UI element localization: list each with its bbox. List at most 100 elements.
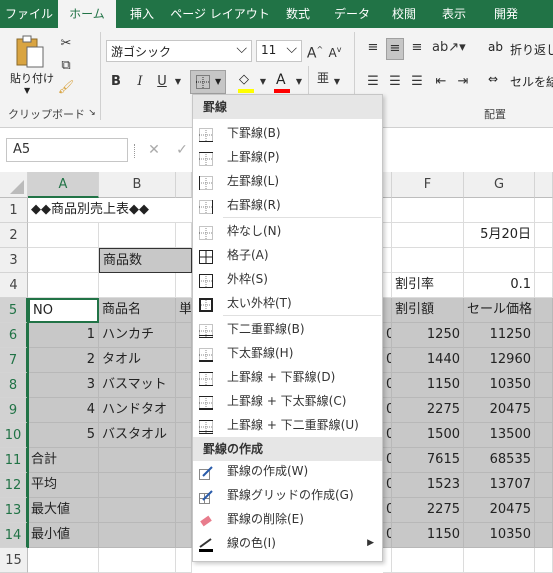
bold-button[interactable]: B xyxy=(106,72,126,92)
cell-H3[interactable] xyxy=(535,248,553,273)
cell-E2[interactable] xyxy=(383,223,392,248)
cell-product-name[interactable]: バスタオル xyxy=(99,423,176,448)
row-header-8[interactable]: 8 xyxy=(0,373,28,398)
column-header-b[interactable]: B xyxy=(99,172,176,198)
cell-product-name[interactable]: タオル xyxy=(99,348,176,373)
column-header-a[interactable]: A xyxy=(28,172,99,198)
cell-discount[interactable]: 1440 xyxy=(392,348,464,373)
row-header-15[interactable]: 15 xyxy=(0,548,28,573)
cell-header-discount[interactable]: 割引額 xyxy=(392,298,464,323)
cell-sale-price[interactable]: 13707 xyxy=(464,473,535,498)
menu-item-draw-border[interactable]: 罫線の作成(W) xyxy=(193,459,382,483)
indent-increase-icon[interactable]: ⇥ xyxy=(454,72,472,92)
cell-B4[interactable] xyxy=(99,273,176,298)
cell-G3[interactable] xyxy=(464,248,535,273)
cell-sale-price[interactable]: 68535 xyxy=(464,448,535,473)
cell-C[interactable] xyxy=(176,373,192,398)
dialog-launcher-icon[interactable]: ↘ xyxy=(86,106,98,120)
cell-summary-label[interactable]: 最小値 xyxy=(28,523,99,548)
chevron-down-icon[interactable]: ▼ xyxy=(258,72,268,92)
cell-e-partial[interactable]: 0 xyxy=(383,348,392,373)
cell-H[interactable] xyxy=(535,473,553,498)
cell-sale-price[interactable]: 10350 xyxy=(464,373,535,398)
cell-H15[interactable] xyxy=(535,548,553,573)
cell-discount[interactable]: 7615 xyxy=(392,448,464,473)
row-header-6[interactable]: 6 xyxy=(0,323,28,348)
cell-E5[interactable] xyxy=(383,298,392,323)
cell-C[interactable] xyxy=(176,523,192,548)
cell-header-no[interactable]: NO xyxy=(28,298,99,323)
cell-C[interactable] xyxy=(176,423,192,448)
row-header-5[interactable]: 5 xyxy=(0,298,28,323)
align-middle-icon[interactable]: ≡ xyxy=(386,38,404,60)
format-painter-icon[interactable]: 🖌 xyxy=(56,78,76,98)
cell-discount[interactable]: 1523 xyxy=(392,473,464,498)
name-box[interactable]: A5 xyxy=(6,138,128,162)
cell-e-partial[interactable]: 0 xyxy=(383,398,392,423)
cell-E15[interactable] xyxy=(383,548,392,573)
menu-item-top-and-thick-bottom[interactable]: 上罫線 + 下太罫線(C) xyxy=(193,389,382,413)
cell-e-partial[interactable]: 0 xyxy=(383,323,392,348)
menu-item-top-and-bottom[interactable]: 上罫線 + 下罫線(D) xyxy=(193,365,382,389)
cell-B[interactable] xyxy=(99,523,176,548)
row-header-14[interactable]: 14 xyxy=(0,523,28,548)
paste-button[interactable]: 貼り付け ▼ xyxy=(10,34,54,95)
align-bottom-icon[interactable]: ≡ xyxy=(408,38,426,58)
cell-product-name[interactable]: ハンカチ xyxy=(99,323,176,348)
select-all-corner[interactable] xyxy=(0,172,28,198)
phonetic-icon[interactable]: 亜 xyxy=(314,68,332,88)
cell-H[interactable] xyxy=(535,323,553,348)
orientation-icon[interactable]: ab↗▾ xyxy=(432,38,466,58)
tab-data[interactable]: データ xyxy=(330,0,374,28)
row-header-3[interactable]: 3 xyxy=(0,248,28,273)
cancel-icon[interactable]: ✕ xyxy=(144,140,164,160)
cell-sale-price[interactable]: 13500 xyxy=(464,423,535,448)
cell-no[interactable]: 2 xyxy=(28,348,99,373)
row-header-13[interactable]: 13 xyxy=(0,498,28,523)
italic-button[interactable]: I xyxy=(130,72,150,92)
cell-e-partial[interactable]: 0 xyxy=(383,523,392,548)
tab-developer[interactable]: 開発 xyxy=(484,0,528,28)
cell-H[interactable] xyxy=(535,448,553,473)
menu-item-bottom-border[interactable]: 下罫線(B) xyxy=(193,121,382,145)
cell-sale-price[interactable]: 11250 xyxy=(464,323,535,348)
column-header-h[interactable] xyxy=(535,172,553,198)
cell-summary-label[interactable]: 合計 xyxy=(28,448,99,473)
row-header-12[interactable]: 12 xyxy=(0,473,28,498)
cell-H4[interactable] xyxy=(535,273,553,298)
cell-header-unit[interactable]: 単 xyxy=(176,298,192,323)
cell-no[interactable]: 5 xyxy=(28,423,99,448)
fill-color-button[interactable]: ◇ xyxy=(236,72,258,94)
menu-item-all-borders[interactable]: 格子(A) xyxy=(193,243,382,267)
menu-item-thick-bottom[interactable]: 下太罫線(H) xyxy=(193,341,382,365)
cell-count-label[interactable]: 商品数 xyxy=(99,248,192,273)
cell-H5[interactable] xyxy=(535,298,553,323)
font-shrink-icon[interactable]: Av xyxy=(326,40,344,63)
tab-page-layout[interactable]: ページ レイアウト xyxy=(168,0,272,28)
cell-C4[interactable] xyxy=(176,273,192,298)
cell-H2[interactable] xyxy=(535,223,553,248)
font-size-dropdown[interactable]: 11 ⌵ xyxy=(256,40,302,62)
cell-discount-rate-label[interactable]: 割引率 xyxy=(392,273,464,298)
cell-e-partial[interactable]: 0 xyxy=(383,473,392,498)
cell-e-partial[interactable]: 0 xyxy=(383,373,392,398)
menu-item-line-color[interactable]: 線の色(I) ▶ xyxy=(193,531,382,555)
cell-G1[interactable] xyxy=(464,198,535,223)
menu-item-bottom-double[interactable]: 下二重罫線(B) xyxy=(193,317,382,341)
cell-C2[interactable] xyxy=(176,223,192,248)
align-right-icon[interactable]: ☰ xyxy=(408,72,426,92)
cell-F1[interactable] xyxy=(392,198,464,223)
cell-F2[interactable] xyxy=(392,223,464,248)
column-header-f[interactable]: F xyxy=(392,172,464,198)
cell-C[interactable] xyxy=(176,473,192,498)
cell-header-name[interactable]: 商品名 xyxy=(99,298,176,323)
row-header-11[interactable]: 11 xyxy=(0,448,28,473)
cell-H[interactable] xyxy=(535,498,553,523)
font-color-button[interactable]: A xyxy=(272,72,294,94)
menu-item-left-border[interactable]: 左罫線(L) xyxy=(193,169,382,193)
cell-C[interactable] xyxy=(176,498,192,523)
cell-date[interactable]: 5月20日 xyxy=(464,223,535,248)
chevron-down-icon[interactable]: ▼ xyxy=(332,72,342,92)
cell-C[interactable] xyxy=(176,448,192,473)
cell-F3[interactable] xyxy=(392,248,464,273)
